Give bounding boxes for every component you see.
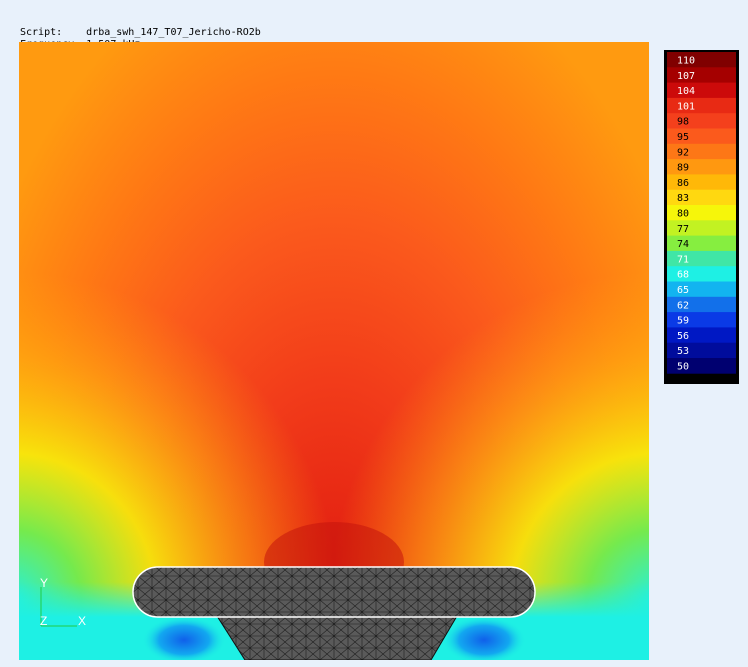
colorbar-tick-label: 110	[677, 56, 695, 67]
colorbar-tick-label: 77	[677, 224, 689, 235]
horn-flange-mesh	[132, 566, 536, 618]
triad-z-label: Z	[40, 614, 47, 628]
colorbar-tick-label: 50	[677, 362, 689, 373]
script-name: drba_swh_147_T07_Jericho-RO2b	[86, 27, 261, 38]
triad-x-label: X	[78, 614, 86, 628]
colorbar-tick-label: 65	[677, 285, 689, 296]
sound-pressure-field-plot: Y Z X	[19, 42, 649, 660]
colorbar-tick-label: 80	[677, 209, 689, 220]
colorbar-tick-label: 68	[677, 270, 689, 281]
colorbar-tick-label: 95	[677, 132, 689, 143]
colorbar-tick-label: 104	[677, 86, 695, 97]
colorbar-tick-label: 62	[677, 300, 689, 311]
colorbar-legend: 110 107 104 101 98 95 92 89 86 83 80 77 74 71 68 65 62 59…	[664, 50, 739, 384]
script-label: Script:	[20, 27, 63, 38]
colorbar-tick-label: 101	[677, 101, 695, 112]
colorbar-tick-label: 89	[677, 163, 689, 174]
colorbar-tick-label: 53	[677, 346, 689, 357]
colorbar-tick-label: 107	[677, 71, 695, 82]
colorbar-tick-label: 98	[677, 117, 689, 128]
colorbar-tick-label: 56	[677, 331, 689, 342]
colorbar-tick-label: 74	[677, 239, 689, 250]
colorbar-tick-label: 71	[677, 254, 689, 265]
colorbar-tick-label: 59	[677, 316, 689, 327]
colorbar-tick-label: 83	[677, 193, 689, 204]
horn-body-mesh	[216, 615, 458, 660]
script-row: Script: drba_swh_147_T07_Jericho-RO2b	[20, 27, 261, 39]
triad-y-label: Y	[40, 576, 48, 590]
colorbar-tick-label: 86	[677, 178, 689, 189]
colorbar-tick-label: 92	[677, 147, 689, 158]
